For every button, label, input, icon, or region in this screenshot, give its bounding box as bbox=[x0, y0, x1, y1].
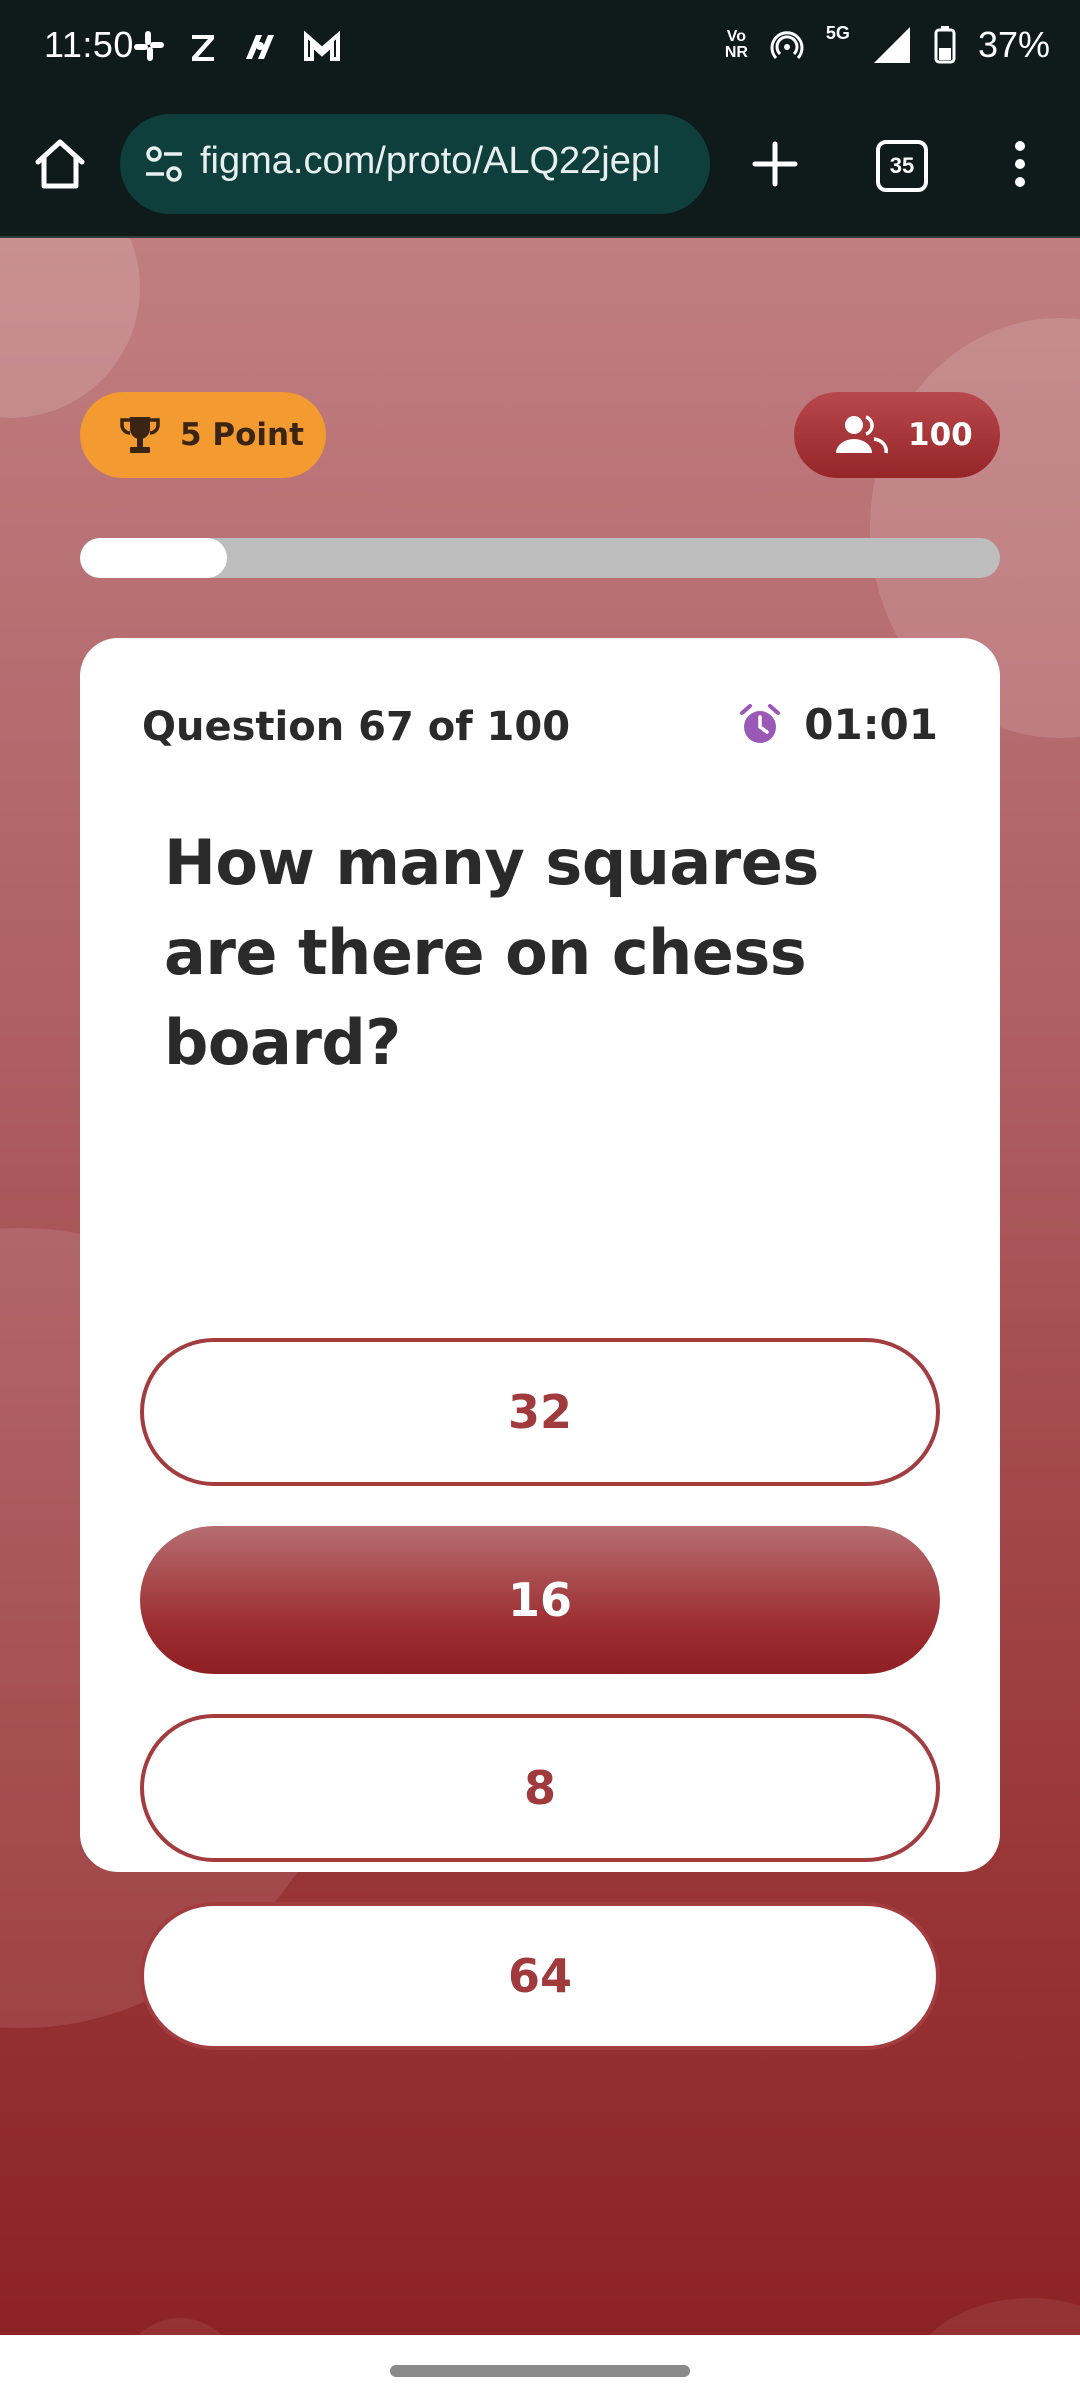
trophy-icon bbox=[120, 417, 160, 453]
question-counter: Question 67 of 100 bbox=[142, 704, 571, 750]
browser-toolbar: figma.com/proto/ALQ22jepl 35 bbox=[0, 92, 1080, 238]
timer: 01:01 bbox=[738, 700, 938, 749]
home-icon[interactable] bbox=[32, 136, 88, 192]
slack-icon bbox=[134, 31, 164, 61]
address-bar[interactable]: figma.com/proto/ALQ22jepl bbox=[120, 114, 710, 214]
more-menu-icon[interactable] bbox=[1000, 136, 1040, 192]
answer-option-1[interactable]: 32 bbox=[140, 1338, 940, 1486]
status-time: 11:50 bbox=[44, 24, 134, 65]
url-text[interactable]: figma.com/proto/ALQ22jepl bbox=[200, 140, 660, 183]
players-badge: 100 bbox=[794, 392, 1000, 478]
decorative-circle bbox=[120, 2318, 240, 2335]
paytm-icon bbox=[246, 35, 274, 59]
hotspot-icon bbox=[770, 31, 804, 60]
gmail-icon bbox=[304, 30, 340, 61]
players-count: 100 bbox=[908, 417, 973, 453]
battery-percentage: 37% bbox=[977, 24, 1050, 65]
quiz-progress-fill bbox=[80, 538, 228, 578]
timer-value: 01:01 bbox=[804, 700, 938, 749]
new-tab-icon[interactable] bbox=[750, 136, 800, 192]
battery-icon bbox=[934, 26, 956, 64]
notification-icons bbox=[132, 26, 342, 66]
answer-option-4[interactable]: 64 bbox=[140, 1902, 940, 2050]
question-text: How many squares are there on chess boar… bbox=[164, 826, 819, 1079]
users-icon bbox=[836, 415, 888, 454]
points-badge: 5 Point bbox=[80, 392, 326, 478]
signal-icon bbox=[873, 27, 910, 63]
quiz-screen: 5 Point 100 Question 67 of 100 01:01 How… bbox=[0, 238, 1080, 2335]
points-label: 5 Point bbox=[180, 417, 304, 453]
zomato-icon bbox=[192, 35, 214, 61]
decorative-circle bbox=[900, 2298, 1080, 2335]
answer-option-3[interactable]: 8 bbox=[140, 1714, 940, 1862]
status-indicators: Vo NR 5G 37% bbox=[725, 20, 1050, 70]
alarm-clock-icon bbox=[740, 703, 781, 743]
answer-option-2-selected[interactable]: 16 bbox=[140, 1526, 940, 1674]
tab-switcher-button[interactable]: 35 bbox=[876, 140, 928, 192]
question-card: Question 67 of 100 01:01 How many square… bbox=[80, 638, 1000, 2050]
gesture-navigation-area bbox=[0, 2335, 1080, 2400]
network-type: 5G bbox=[825, 22, 850, 43]
decorative-circle bbox=[0, 238, 140, 418]
quiz-progress-bar bbox=[80, 538, 1000, 578]
status-bar: 11:50 Vo NR 5G 37% bbox=[0, 0, 1080, 92]
home-indicator[interactable] bbox=[390, 2365, 690, 2377]
site-settings-icon[interactable] bbox=[142, 142, 186, 186]
volte-indicator: Vo NR bbox=[724, 28, 748, 61]
